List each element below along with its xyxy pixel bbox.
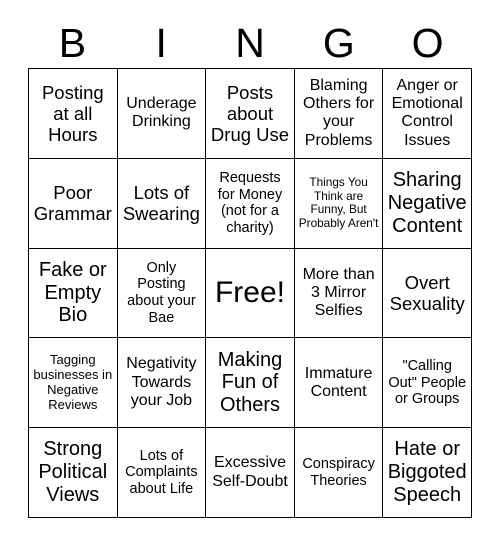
bingo-cell-label: Lots of Swearing xyxy=(122,182,200,225)
bingo-cell-label: Making Fun of Others xyxy=(217,348,283,417)
bingo-cell[interactable]: Strong Political Views xyxy=(29,428,118,518)
bingo-cell-label: Hate or Biggoted Speech xyxy=(387,438,467,506)
bingo-cell[interactable]: Tagging businesses in Negative Reviews xyxy=(29,338,118,429)
bingo-cell-label: Overt Sexuality xyxy=(389,271,465,314)
bingo-cell-label: Conspiracy Theories xyxy=(302,456,375,489)
bingo-header-letter-i: I xyxy=(155,19,167,66)
bingo-grid: Posting at all Hours Underage Drinking Pos… xyxy=(28,68,472,518)
bingo-cell[interactable]: Only Posting about your Bae xyxy=(117,248,207,339)
bingo-card: B I N G O Posting at all Hours Underage D… xyxy=(0,0,500,544)
bingo-cell[interactable]: Fake or Empty Bio xyxy=(29,248,118,339)
bingo-cell[interactable]: Poor Grammar xyxy=(29,158,118,249)
bingo-cell[interactable]: Negativity Towards your Job xyxy=(117,338,207,429)
bingo-cell-label: Poor Grammar xyxy=(33,182,112,225)
bingo-cell[interactable]: Sharing Negative Content xyxy=(383,158,472,249)
bingo-cell-label: Only Posting about your Bae xyxy=(127,259,196,326)
bingo-cell[interactable]: Lots of Complaints about Life xyxy=(117,428,207,518)
bingo-cell[interactable]: Underage Drinking xyxy=(117,69,207,159)
bingo-cell[interactable]: Making Fun of Others xyxy=(206,338,295,429)
bingo-cell[interactable]: Lots of Swearing xyxy=(117,158,207,249)
bingo-cell-label: Posts about Drug Use xyxy=(210,81,290,145)
bingo-header-letter-n: N xyxy=(235,19,265,66)
bingo-cell-label: Sharing Negative Content xyxy=(387,169,467,237)
bingo-cell-label: Things You Think are Funny, But Probably… xyxy=(298,175,379,230)
bingo-cell-label: Negativity Towards your Job xyxy=(126,355,197,409)
bingo-cell[interactable]: Hate or Biggoted Speech xyxy=(383,428,472,518)
bingo-cell-label: Strong Political Views xyxy=(38,438,108,506)
bingo-cell-label: Excessive Self-Doubt xyxy=(212,454,288,490)
bingo-cell[interactable]: Anger or Emotional Control Issues xyxy=(383,69,472,159)
bingo-cell-label: Free! xyxy=(214,275,285,309)
bingo-cell-label: Immature Content xyxy=(304,364,373,400)
bingo-cell-label: "Calling Out" People or Groups xyxy=(388,358,467,408)
bingo-cell-label: Underage Drinking xyxy=(126,95,197,131)
bingo-cell-label: Anger or Emotional Control Issues xyxy=(391,76,463,149)
bingo-cell-label: Tagging businesses in Negative Reviews xyxy=(33,352,113,412)
bingo-cell[interactable]: Blaming Others for your Problems xyxy=(294,69,384,159)
bingo-cell[interactable]: Things You Think are Funny, But Probably… xyxy=(294,158,384,249)
bingo-cell-label: Blaming Others for your Problems xyxy=(303,76,375,149)
bingo-cell-label: Requests for Money (not for a charity) xyxy=(217,170,283,236)
bingo-header-letter-o: O xyxy=(411,19,444,66)
bingo-cell-label: Posting at all Hours xyxy=(41,81,104,145)
bingo-header-letter-b: B xyxy=(58,19,87,66)
bingo-cell-label: Fake or Empty Bio xyxy=(38,258,107,327)
bingo-cell-label: Lots of Complaints about Life xyxy=(125,447,198,497)
bingo-cell[interactable]: Overt Sexuality xyxy=(383,248,472,339)
bingo-cell[interactable]: Conspiracy Theories xyxy=(294,428,384,518)
bingo-free-space-cell[interactable]: Free! xyxy=(206,248,295,339)
bingo-cell[interactable]: Posting at all Hours xyxy=(29,69,118,159)
bingo-cell[interactable]: Immature Content xyxy=(294,338,384,429)
bingo-header: B I N G O xyxy=(28,18,472,68)
bingo-header-letter-g: G xyxy=(322,19,355,66)
bingo-cell-label: More than 3 Mirror Selfies xyxy=(302,265,375,320)
bingo-cell[interactable]: More than 3 Mirror Selfies xyxy=(294,248,384,339)
bingo-cell[interactable]: Posts about Drug Use xyxy=(206,69,295,159)
bingo-cell[interactable]: Requests for Money (not for a charity) xyxy=(206,158,295,249)
bingo-cell[interactable]: "Calling Out" People or Groups xyxy=(383,338,472,429)
bingo-cell[interactable]: Excessive Self-Doubt xyxy=(206,428,295,518)
